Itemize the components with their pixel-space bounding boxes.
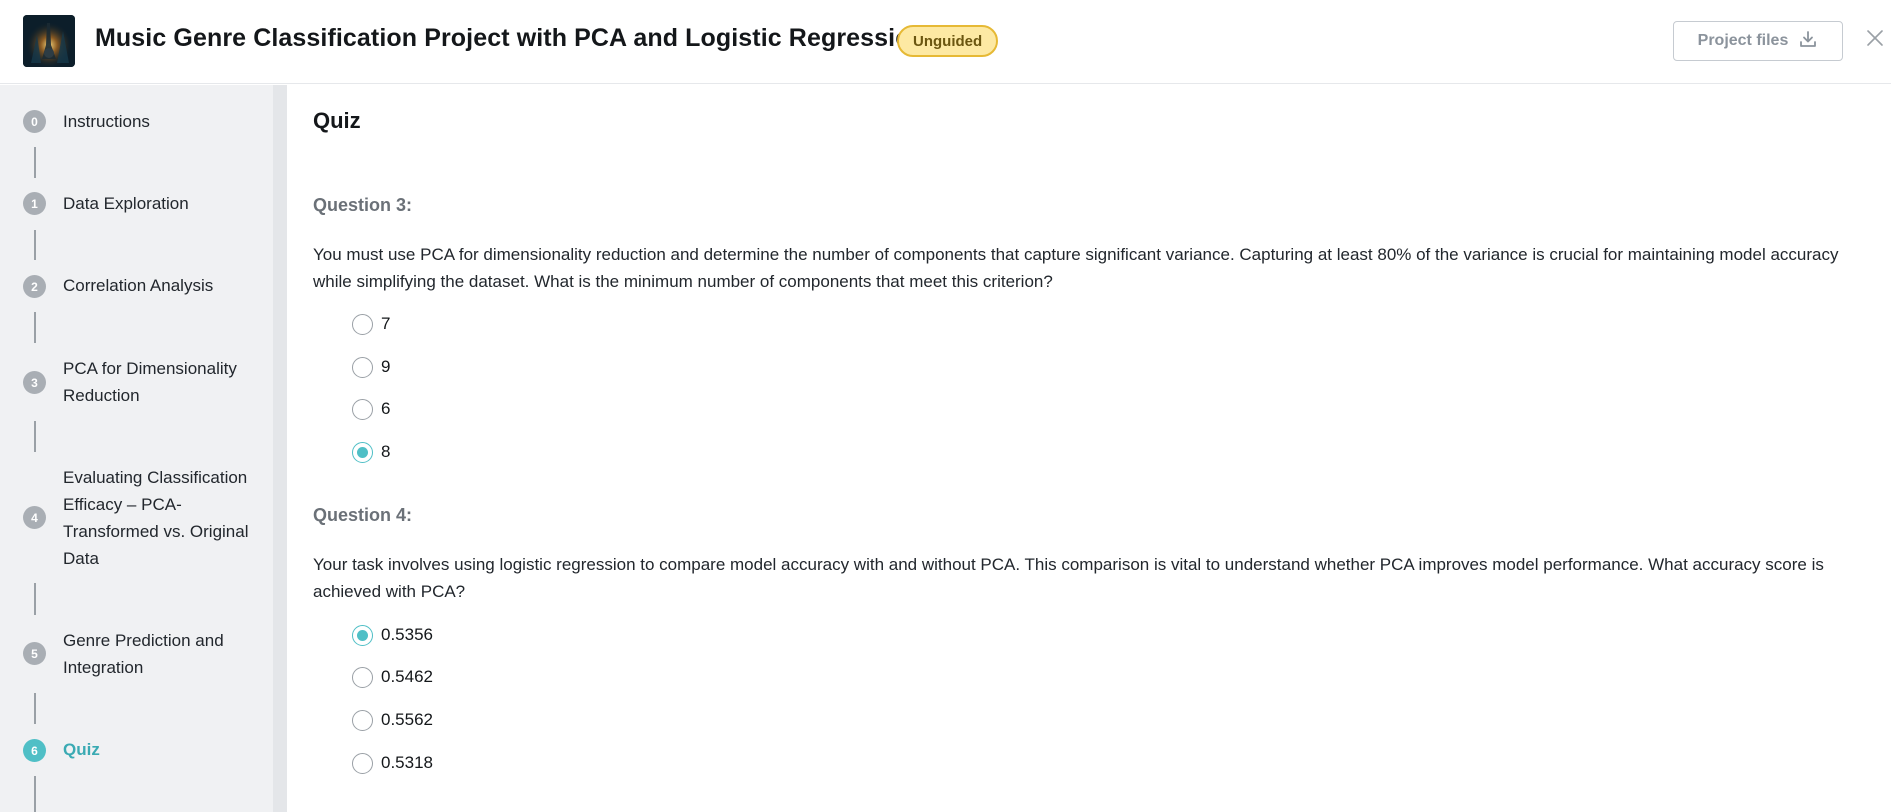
step-number-badge: 3 bbox=[23, 371, 46, 394]
option-label: 8 bbox=[381, 442, 391, 461]
step-number-badge: 4 bbox=[23, 506, 46, 529]
option-label: 6 bbox=[381, 399, 391, 418]
question-text: You must use PCA for dimensionality redu… bbox=[313, 245, 1839, 291]
project-thumbnail bbox=[23, 15, 75, 67]
sidebar-item-label: Instructions bbox=[63, 112, 150, 131]
option-label: 7 bbox=[381, 314, 391, 333]
page-title: Music Genre Classification Project with … bbox=[95, 24, 926, 52]
sidebar-item-label: Quiz bbox=[63, 740, 100, 759]
close-button[interactable] bbox=[1862, 27, 1888, 53]
radio-button[interactable] bbox=[352, 709, 373, 731]
project-files-button[interactable]: Project files bbox=[1673, 21, 1843, 61]
step-connector bbox=[34, 312, 36, 343]
step-connector bbox=[34, 230, 36, 260]
question-heading: Question 3: bbox=[313, 195, 413, 215]
sidebar-item-label: Correlation Analysis bbox=[63, 276, 214, 295]
answer-option[interactable]: 0.5318 bbox=[352, 751, 433, 775]
radio-button[interactable] bbox=[352, 356, 373, 378]
close-icon bbox=[1866, 29, 1884, 52]
section-title: Quiz bbox=[313, 108, 361, 133]
step-number-badge: 1 bbox=[23, 192, 46, 215]
question-heading: Question 4: bbox=[313, 505, 413, 525]
step-number-badge: 0 bbox=[23, 110, 46, 133]
answer-option-selected[interactable]: 0.5356 bbox=[352, 623, 433, 647]
radio-button[interactable] bbox=[352, 313, 373, 335]
step-number-badge: 6 bbox=[23, 739, 46, 762]
radio-button[interactable] bbox=[352, 752, 373, 774]
option-label: 0.5562 bbox=[381, 710, 433, 729]
option-label: 0.5356 bbox=[381, 625, 433, 644]
answer-option[interactable]: 0.5562 bbox=[352, 708, 433, 732]
download-icon bbox=[1798, 29, 1818, 54]
step-number-badge: 5 bbox=[23, 642, 46, 665]
step-connector bbox=[34, 693, 36, 724]
option-label: 0.5318 bbox=[381, 753, 433, 772]
radio-button[interactable] bbox=[352, 666, 373, 688]
step-connector bbox=[34, 583, 36, 615]
project-files-label: Project files bbox=[1697, 32, 1789, 49]
step-number-badge: 2 bbox=[23, 275, 46, 298]
step-connector bbox=[34, 147, 36, 178]
answer-option[interactable]: 7 bbox=[352, 312, 390, 336]
answer-option[interactable]: 0.5462 bbox=[352, 665, 433, 689]
sidebar-item-label: Data Exploration bbox=[63, 194, 189, 213]
answer-option[interactable]: 6 bbox=[352, 397, 390, 421]
sidebar-item-label: PCA for Dimensionality Reduction bbox=[63, 359, 237, 405]
sidebar-item-label: Evaluating Classification Efficacy – PCA… bbox=[63, 468, 249, 568]
quiz-content bbox=[287, 85, 1891, 812]
project-type-badge: Unguided bbox=[897, 25, 999, 57]
sidebar-item-label: Genre Prediction and Integration bbox=[63, 631, 224, 677]
radio-button[interactable] bbox=[352, 398, 373, 420]
header-bar: Music Genre Classification Project with … bbox=[0, 0, 1891, 84]
radio-button-checked[interactable] bbox=[352, 624, 373, 646]
option-label: 0.5462 bbox=[381, 667, 433, 686]
step-connector bbox=[34, 421, 36, 452]
option-label: 9 bbox=[381, 357, 391, 376]
sidebar-scrollbar[interactable] bbox=[273, 85, 287, 812]
answer-option-selected[interactable]: 8 bbox=[352, 440, 390, 464]
step-connector bbox=[34, 776, 36, 812]
radio-button-checked[interactable] bbox=[352, 441, 373, 463]
question-text: Your task involves using logistic regres… bbox=[313, 555, 1824, 601]
answer-option[interactable]: 9 bbox=[352, 355, 390, 379]
